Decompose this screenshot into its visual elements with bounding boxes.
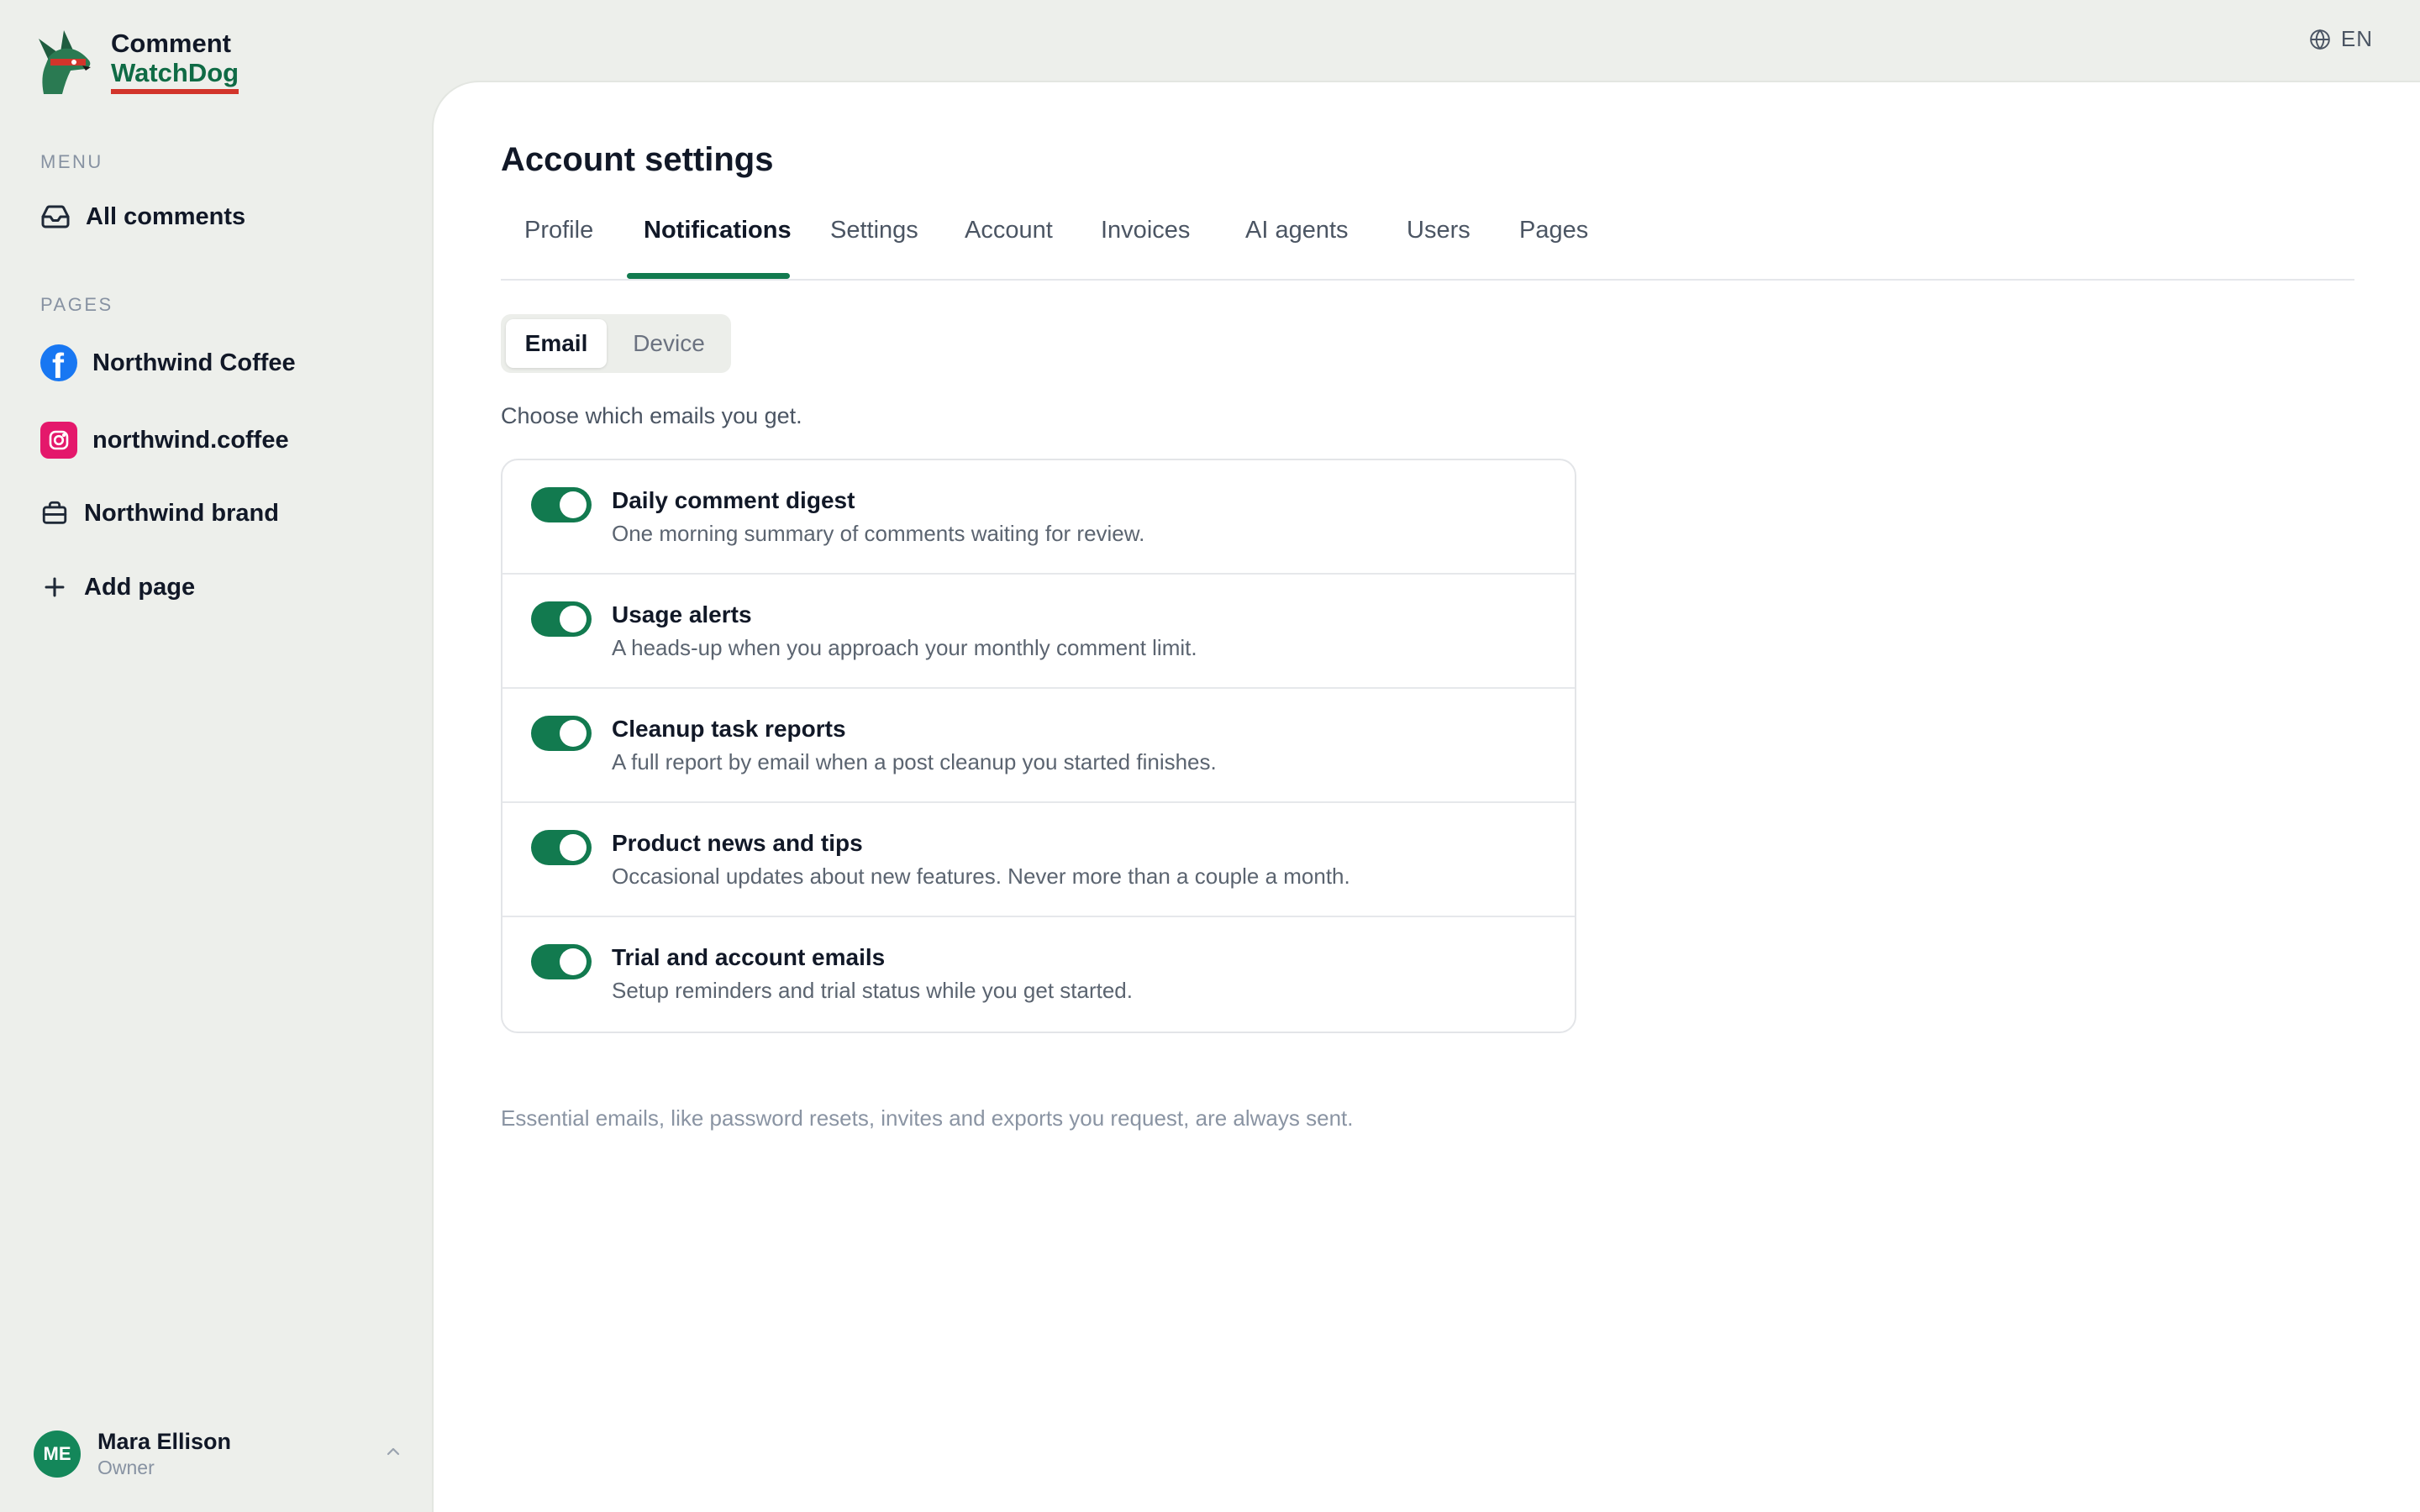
tab-invoices[interactable]: Invoices <box>1101 217 1190 244</box>
add-page-button[interactable]: Add page <box>40 573 195 601</box>
sidebar-item-label: northwind.coffee <box>92 426 289 454</box>
settings-tabs: Profile Notifications Settings Account I… <box>501 217 2354 281</box>
watchdog-logo-icon <box>39 30 91 94</box>
pages-section-label: PAGES <box>40 294 113 315</box>
menu-section-label: MENU <box>40 151 103 172</box>
avatar: ME <box>34 1430 81 1478</box>
notification-subtitle: Occasional updates about new features. N… <box>612 864 1350 889</box>
toggle-switch[interactable] <box>531 944 592 979</box>
sidebar: Comment WatchDog MENU All comments PAGES… <box>0 0 432 1512</box>
app-window: Comment WatchDog MENU All comments PAGES… <box>0 0 2420 1512</box>
tab-account[interactable]: Account <box>965 217 1053 244</box>
list-item: Daily comment digest One morning summary… <box>502 460 1575 575</box>
sidebar-item-northwind-coffee[interactable]: f Northwind Coffee <box>40 344 296 381</box>
notification-title: Product news and tips <box>612 830 863 856</box>
tab-pages[interactable]: Pages <box>1519 217 1588 244</box>
notification-subtitle: A full report by email when a post clean… <box>612 749 1217 774</box>
inbox-icon <box>41 205 70 228</box>
tab-settings[interactable]: Settings <box>830 217 918 244</box>
sidebar-item-label: Northwind brand <box>84 499 279 527</box>
sidebar-item-all-comments[interactable]: All comments <box>40 202 245 232</box>
facebook-icon: f <box>40 344 77 381</box>
brand-logo-link[interactable]: Comment WatchDog <box>27 27 239 97</box>
globe-icon <box>2310 29 2330 50</box>
notification-subtitle: Setup reminders and trial status while y… <box>612 978 1133 1003</box>
notification-subtitle: One morning summary of comments waiting … <box>612 521 1145 546</box>
notification-subtitle: A heads-up when you approach your monthl… <box>612 635 1197 660</box>
user-name: Mara Ellison <box>97 1429 232 1454</box>
main-panel: Account settings Profile Notifications S… <box>432 81 2420 1512</box>
segment-device[interactable]: Device <box>612 319 726 368</box>
toggle-switch[interactable] <box>531 830 592 865</box>
user-role: Owner <box>97 1457 155 1479</box>
segment-email[interactable]: Email <box>506 319 607 368</box>
language-selector[interactable]: EN <box>2309 26 2373 52</box>
briefcase-icon <box>42 501 67 524</box>
instagram-icon <box>40 422 77 459</box>
brand-name-line2: WatchDog <box>111 60 239 94</box>
notification-title: Daily comment digest <box>612 487 855 513</box>
language-code: EN <box>2340 26 2373 51</box>
tab-ai-agents[interactable]: AI agents <box>1245 217 1349 244</box>
sidebar-item-northwind-brand[interactable]: Northwind brand <box>40 499 279 528</box>
essential-emails-note: Essential emails, like password resets, … <box>501 1105 1354 1131</box>
list-item: Usage alerts A heads-up when you approac… <box>502 575 1575 689</box>
sidebar-item-label: All comments <box>86 202 246 230</box>
list-item: Cleanup task reports A full report by em… <box>502 689 1575 803</box>
tab-users[interactable]: Users <box>1407 217 1470 244</box>
section-description: Choose which emails you get. <box>501 403 802 428</box>
tab-profile[interactable]: Profile <box>524 217 593 244</box>
tab-notifications[interactable]: Notifications <box>644 217 792 244</box>
list-item: Product news and tips Occasional updates… <box>502 803 1575 917</box>
active-tab-indicator <box>627 273 790 279</box>
sidebar-item-label: Northwind Coffee <box>92 349 296 376</box>
toggle-switch[interactable] <box>531 487 592 522</box>
chevron-up-icon[interactable] <box>383 1441 403 1462</box>
toggle-switch[interactable] <box>531 601 592 637</box>
page-title: Account settings <box>501 141 774 178</box>
brand-name-line1: Comment <box>111 29 231 58</box>
list-item: Trial and account emails Setup reminders… <box>502 917 1575 1032</box>
user-menu[interactable]: ME Mara Ellison Owner <box>34 1428 403 1480</box>
notification-title: Usage alerts <box>612 601 752 627</box>
toggle-switch[interactable] <box>531 716 592 751</box>
channel-segmented-control: Email Device <box>501 314 731 373</box>
add-page-label: Add page <box>84 573 196 601</box>
plus-icon <box>45 577 65 597</box>
notification-title: Trial and account emails <box>612 944 886 970</box>
sidebar-item-northwind-instagram[interactable]: northwind.coffee <box>40 422 289 459</box>
notification-title: Cleanup task reports <box>612 716 846 742</box>
notification-list: Daily comment digest One morning summary… <box>501 459 1576 1033</box>
